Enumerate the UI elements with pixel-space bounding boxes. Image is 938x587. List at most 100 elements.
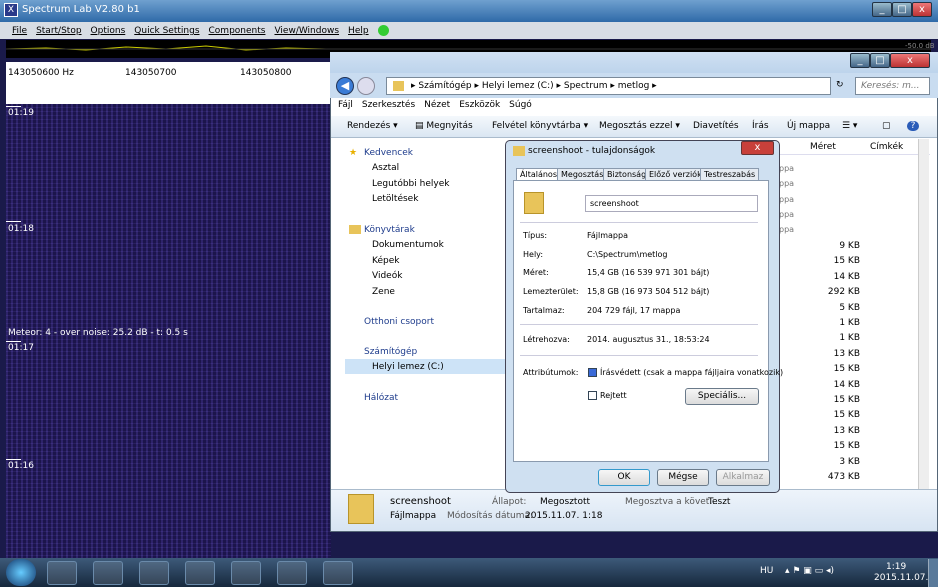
burn-button[interactable]: Írás [752,121,769,131]
back-button[interactable]: ◀ [336,77,354,95]
menu-help[interactable]: Help [348,26,369,36]
freq-label-3: 143050800 [240,68,292,78]
nav-local-disk[interactable]: Helyi lemez (C:) [372,362,444,372]
apply-button[interactable]: Alkalmaz [716,469,770,486]
nav-desktop[interactable]: Asztal [372,163,399,173]
details-shared-value: Teszt [708,497,731,507]
include-in-library-button[interactable]: Felvétel könyvtárba ▾ [492,121,588,131]
nav-recent-places[interactable]: Legutóbbi helyek [372,179,449,189]
taskbar-spectrum-icon[interactable] [323,561,353,585]
clock-time[interactable]: 1:19 [886,562,906,572]
breadcrumb-spectrum[interactable]: Spectrum [564,81,608,91]
breadcrumb-drive[interactable]: Helyi lemez (C:) [482,81,554,91]
show-desktop-button[interactable] [928,559,938,587]
list-item-fragment: ppa [779,225,795,235]
dialog-close-button[interactable]: x [741,141,774,155]
explorer-maximize-button[interactable]: □ [870,53,890,68]
explorer-close-button[interactable]: x [890,53,930,68]
file-size: 292 KB [827,287,860,298]
nav-music[interactable]: Zene [372,287,395,297]
library-icon [349,225,361,234]
time-label: 01:17 [8,343,34,353]
nav-homegroup[interactable]: Otthoni csoport [364,317,434,327]
forward-button[interactable] [357,77,375,95]
details-shared-label: Megosztva a követ... [625,497,718,507]
column-tags[interactable]: Címkék [870,142,903,152]
folder-name-input[interactable]: screenshoot [585,195,758,212]
db-label: -50.0 dB [905,42,935,50]
advanced-button[interactable]: Speciális... [685,388,759,405]
divider [520,222,758,223]
cancel-button[interactable]: Mégse [657,469,709,486]
navigation-pane [331,139,506,489]
property-value: C:\Spectrum\metlog [587,250,668,259]
column-header [770,139,930,155]
open-button[interactable]: ▤ Megnyitás [415,121,473,131]
minimize-button[interactable]: _ [872,2,892,17]
file-list-scrollbar[interactable] [918,139,929,489]
menu-options[interactable]: Options [91,26,126,36]
nav-computer[interactable]: Számítógép [364,347,417,357]
menu-view-windows[interactable]: View/Windows [274,26,339,36]
taskbar-media-player-icon[interactable] [93,561,123,585]
column-size[interactable]: Méret [810,142,836,152]
address-bar[interactable]: ▸ Számítógép ▸ Helyi lemez (C:) ▸ Spectr… [386,77,831,95]
maximize-button[interactable]: □ [892,2,912,17]
explorer-minimize-button[interactable]: _ [850,53,870,68]
breadcrumb-computer[interactable]: Számítógép [418,81,471,91]
taskbar-app-icon[interactable] [185,561,215,585]
menu-file[interactable]: File [12,26,27,36]
nav-pictures[interactable]: Képek [372,256,399,266]
menu-edit[interactable]: Szerkesztés [362,100,415,110]
menu-components[interactable]: Components [209,26,266,36]
clock-date[interactable]: 2015.11.07. [874,573,928,583]
new-folder-button[interactable]: Új mappa [787,121,830,131]
nav-libraries[interactable]: Könyvtárak [364,225,415,235]
menu-help[interactable]: Súgó [509,100,532,110]
close-button[interactable]: x [912,2,932,17]
list-item-fragment: ppa [779,179,795,189]
slideshow-button[interactable]: Diavetítés [693,121,739,131]
list-item-fragment: ppa [779,164,795,173]
ok-button[interactable]: OK [598,469,650,486]
tray-icons[interactable]: ▴ ⚑ ▣ ▭ ◂) [785,566,834,576]
property-label: Lemezterület: [523,287,579,296]
time-label: 01:18 [8,224,34,234]
menu-file[interactable]: Fájl [338,100,353,110]
nav-network[interactable]: Hálózat [364,393,398,403]
property-value: 15,4 GB (16 539 971 301 bájt) [587,268,710,277]
nav-videos[interactable]: Videók [372,271,402,281]
refresh-icon[interactable]: ↻ [836,80,844,90]
meteor-info: Meteor: 4 - over noise: 25.2 dB - t: 0.5… [8,328,188,338]
share-with-button[interactable]: Megosztás ezzel ▾ [599,121,680,131]
spectrum-title-bar: Spectrum Lab V2.80 b1 [0,0,938,22]
menu-tools[interactable]: Eszközök [459,100,500,110]
divider [520,355,758,356]
taskbar-app-icon[interactable] [277,561,307,585]
folder-icon [524,192,544,214]
help-icon[interactable]: ? [907,121,919,131]
file-size: 1 KB [839,333,860,344]
hidden-checkbox[interactable] [588,391,597,400]
menu-quick-settings[interactable]: Quick Settings [134,26,199,36]
menu-start-stop[interactable]: Start/Stop [36,26,81,36]
preview-pane-icon[interactable]: ▢ [882,121,891,131]
nav-favorites[interactable]: Kedvencek [364,148,413,158]
taskbar-app-icon[interactable] [231,561,261,585]
taskbar-app-icon[interactable] [139,561,169,585]
search-input[interactable]: Keresés: m... [855,77,930,95]
menu-view[interactable]: Nézet [424,100,450,110]
breadcrumb-metlog[interactable]: metlog [618,81,650,91]
taskbar-explorer-icon[interactable] [47,561,77,585]
list-item-fragment: ppa [779,194,795,204]
organize-button[interactable]: Rendezés ▾ [347,121,398,131]
start-button[interactable] [6,559,36,586]
nav-downloads[interactable]: Letöltések [372,194,418,204]
file-size: 14 KB [833,271,860,282]
time-tick [6,341,21,342]
folder-icon [348,494,374,524]
language-indicator[interactable]: HU [760,566,773,576]
readonly-checkbox[interactable] [588,368,597,377]
view-options-icon[interactable]: ☰ ▾ [842,121,857,131]
nav-documents[interactable]: Dokumentumok [372,240,444,250]
